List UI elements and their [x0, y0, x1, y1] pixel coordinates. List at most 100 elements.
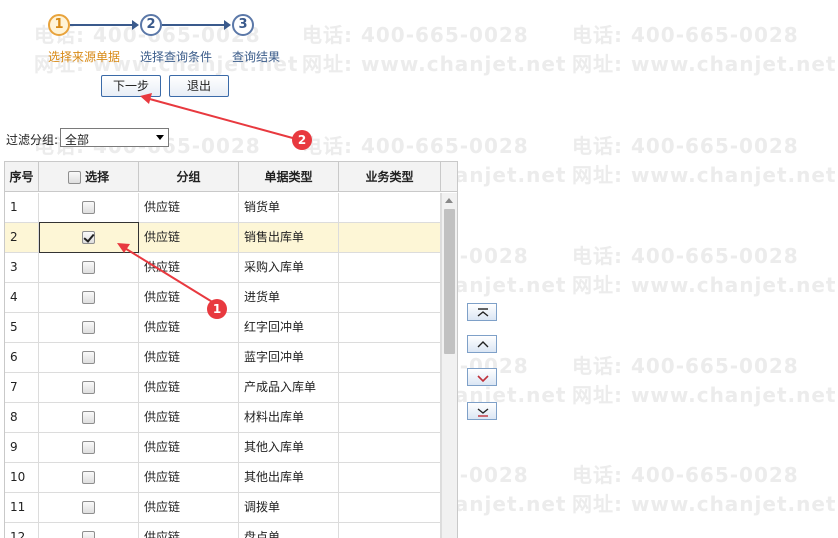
cell-biz [339, 313, 441, 343]
watermark-phone: 电话: 400-665-0028 [572, 463, 799, 487]
select-all-checkbox[interactable] [67, 171, 81, 184]
column-header-seq: 序号 [5, 162, 39, 192]
cell-biz [339, 463, 441, 493]
step-3-circle[interactable]: 3 [232, 14, 254, 36]
cell-doc: 蓝字回冲单 [239, 343, 339, 373]
cell-doc: 调拨单 [239, 493, 339, 523]
table-row[interactable]: 6 供应链 蓝字回冲单 [5, 343, 441, 373]
table-row[interactable]: 11 供应链 调拨单 [5, 493, 441, 523]
row-checkbox[interactable] [82, 411, 95, 424]
row-checkbox[interactable] [82, 381, 95, 394]
cell-doc: 其他出库单 [239, 463, 339, 493]
row-select-cell[interactable] [39, 253, 139, 283]
cell-doc: 红字回冲单 [239, 313, 339, 343]
focused-cell [39, 222, 139, 253]
cell-group: 供应链 [139, 253, 239, 283]
grid-header: 序号 选择 分组 单据类型 业务类型 [5, 162, 457, 192]
select-column-label: 选择 [85, 170, 110, 184]
table-row[interactable]: 9 供应链 其他入库单 [5, 433, 441, 463]
row-select-cell[interactable] [39, 313, 139, 343]
watermark-site: 网址: www.chanjet.net [572, 52, 837, 76]
row-checkbox[interactable] [82, 471, 95, 484]
table-row[interactable]: 1 供应链 销货单 [5, 193, 441, 223]
step-1-label[interactable]: 选择来源单据 [48, 48, 120, 65]
step-3-label[interactable]: 查询结果 [232, 48, 280, 65]
table-row[interactable]: 7 供应链 产成品入库单 [5, 373, 441, 403]
table-row[interactable]: 12 供应链 盘点单 [5, 523, 441, 538]
exit-button[interactable]: 退出 [169, 75, 229, 97]
column-header-biz-type: 业务类型 [339, 162, 441, 192]
row-checkbox[interactable] [82, 441, 95, 454]
move-down-button[interactable] [467, 368, 497, 386]
row-select-cell[interactable] [39, 523, 139, 538]
row-select-cell[interactable] [39, 343, 139, 373]
arrow-right-icon [224, 20, 231, 30]
cell-biz [339, 223, 441, 253]
cell-biz [339, 433, 441, 463]
table-row[interactable]: 3 供应链 采购入库单 [5, 253, 441, 283]
row-select-cell[interactable] [39, 403, 139, 433]
next-step-button[interactable]: 下一步 [101, 75, 161, 97]
table-row[interactable]: 8 供应链 材料出库单 [5, 403, 441, 433]
move-up-button[interactable] [467, 335, 497, 353]
row-select-cell[interactable] [39, 493, 139, 523]
watermark-phone: 电话: 400-665-0028 [302, 134, 529, 158]
cell-biz [339, 373, 441, 403]
row-select-cell[interactable] [39, 373, 139, 403]
caret-down-icon [156, 135, 164, 140]
move-bottom-button[interactable] [467, 402, 497, 420]
row-checkbox[interactable] [82, 261, 95, 274]
column-header-select[interactable]: 选择 [39, 162, 139, 192]
move-top-button[interactable] [467, 303, 497, 321]
watermark-phone: 电话: 400-665-0028 [572, 134, 799, 158]
cell-seq: 12 [5, 523, 39, 538]
table-row[interactable]: 5 供应链 红字回冲单 [5, 313, 441, 343]
cell-biz [339, 403, 441, 433]
table-row[interactable]: 10 供应链 其他出库单 [5, 463, 441, 493]
watermark-site: 网址: www.chanjet.net [572, 163, 837, 187]
row-checkbox[interactable] [82, 351, 95, 364]
row-select-cell[interactable] [39, 433, 139, 463]
row-checkbox[interactable] [82, 501, 95, 514]
cell-seq: 10 [5, 463, 39, 493]
row-checkbox[interactable] [82, 531, 95, 538]
chevron-up-icon [477, 341, 489, 348]
row-select-cell[interactable] [39, 463, 139, 493]
cell-seq: 4 [5, 283, 39, 313]
step-2-label[interactable]: 选择查询条件 [140, 48, 212, 65]
cell-seq: 5 [5, 313, 39, 343]
row-select-cell[interactable] [39, 193, 139, 223]
filter-group-select[interactable]: 全部 [60, 128, 169, 147]
row-checkbox[interactable] [82, 291, 95, 304]
double-chevron-down-icon [477, 408, 489, 417]
vertical-scrollbar[interactable] [441, 193, 457, 538]
cell-group: 供应链 [139, 433, 239, 463]
cell-seq: 1 [5, 193, 39, 223]
cell-group: 供应链 [139, 343, 239, 373]
cell-seq: 7 [5, 373, 39, 403]
annotation-badge-2: 2 [292, 130, 312, 150]
step-connector [162, 24, 224, 26]
watermark-phone: 电话: 400-665-0028 [572, 354, 799, 378]
column-header-group: 分组 [139, 162, 239, 192]
cell-biz [339, 493, 441, 523]
step-2-circle[interactable]: 2 [140, 14, 162, 36]
cell-group: 供应链 [139, 403, 239, 433]
watermark-phone: 电话: 400-665-0028 [572, 23, 799, 47]
row-checkbox[interactable] [82, 321, 95, 334]
row-checkbox[interactable] [82, 201, 95, 214]
annotation-arrow-2 [145, 97, 301, 141]
cell-group: 供应链 [139, 223, 239, 253]
cell-group: 供应链 [139, 373, 239, 403]
cell-doc: 产成品入库单 [239, 373, 339, 403]
watermark-site: 网址: www.chanjet.net [572, 492, 837, 516]
cell-biz [339, 343, 441, 373]
annotation-badge-1: 1 [207, 299, 227, 319]
step-1-circle[interactable]: 1 [48, 14, 70, 36]
row-select-cell[interactable] [39, 283, 139, 313]
watermark-site: 网址: www.chanjet.net [572, 383, 837, 407]
scroll-up-icon[interactable] [445, 198, 453, 203]
cell-group: 供应链 [139, 463, 239, 493]
scrollbar-thumb[interactable] [444, 209, 455, 354]
cell-biz [339, 193, 441, 223]
